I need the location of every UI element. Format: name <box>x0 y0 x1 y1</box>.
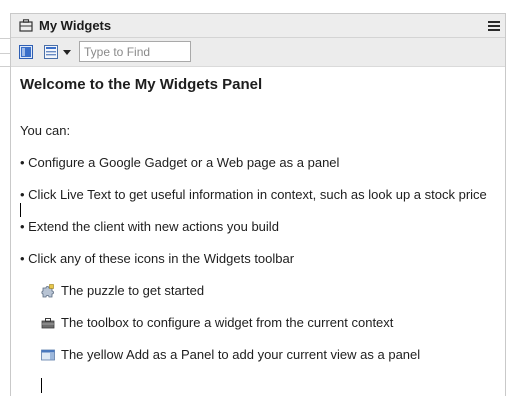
find-input[interactable] <box>79 41 191 62</box>
bullet-click-icons: • Click any of these icons in the Widget… <box>20 251 295 266</box>
blue-panel-icon[interactable] <box>18 44 34 60</box>
panel-content: Welcome to the My Widgets Panel You can:… <box>11 67 505 396</box>
panel-title: My Widgets <box>39 18 112 33</box>
dropdown-arrow-icon[interactable] <box>63 50 71 56</box>
bullet-extend: • Extend the client with new actions you… <box>20 219 279 234</box>
widgets-toolbar <box>11 38 505 67</box>
text-cursor <box>20 203 21 217</box>
puzzle-icon <box>41 284 54 298</box>
edge-divider <box>0 38 10 39</box>
panel-titlebar: My Widgets <box>11 14 505 38</box>
text-cursor <box>41 378 42 393</box>
puzzle-label: The puzzle to get started <box>61 283 205 298</box>
toolbox-label: The toolbox to configure a widget from t… <box>61 315 394 330</box>
list-item-puzzle: The puzzle to get started <box>41 283 204 299</box>
adjacent-panel-edge <box>0 13 10 396</box>
my-widgets-panel: My Widgets Welcome to the My Widgets Pan… <box>10 13 506 396</box>
add-panel-label: The yellow Add as a Panel to add your cu… <box>61 347 421 362</box>
list-view-icon[interactable] <box>43 44 59 60</box>
hamburger-menu-icon[interactable] <box>487 19 501 33</box>
intro-text: You can: <box>20 123 71 138</box>
edge-divider <box>0 53 10 54</box>
list-item-toolbox: The toolbox to configure a widget from t… <box>41 315 393 331</box>
toolbox-icon <box>41 318 55 329</box>
bullet-configure: • Configure a Google Gadget or a Web pag… <box>20 155 340 170</box>
edge-divider <box>0 66 10 67</box>
welcome-heading: Welcome to the My Widgets Panel <box>20 76 263 93</box>
list-item-add-panel: The yellow Add as a Panel to add your cu… <box>41 347 420 363</box>
add-as-panel-icon <box>41 349 55 361</box>
briefcase-icon <box>19 19 33 32</box>
bullet-live-text: • Click Live Text to get useful informat… <box>20 187 487 202</box>
